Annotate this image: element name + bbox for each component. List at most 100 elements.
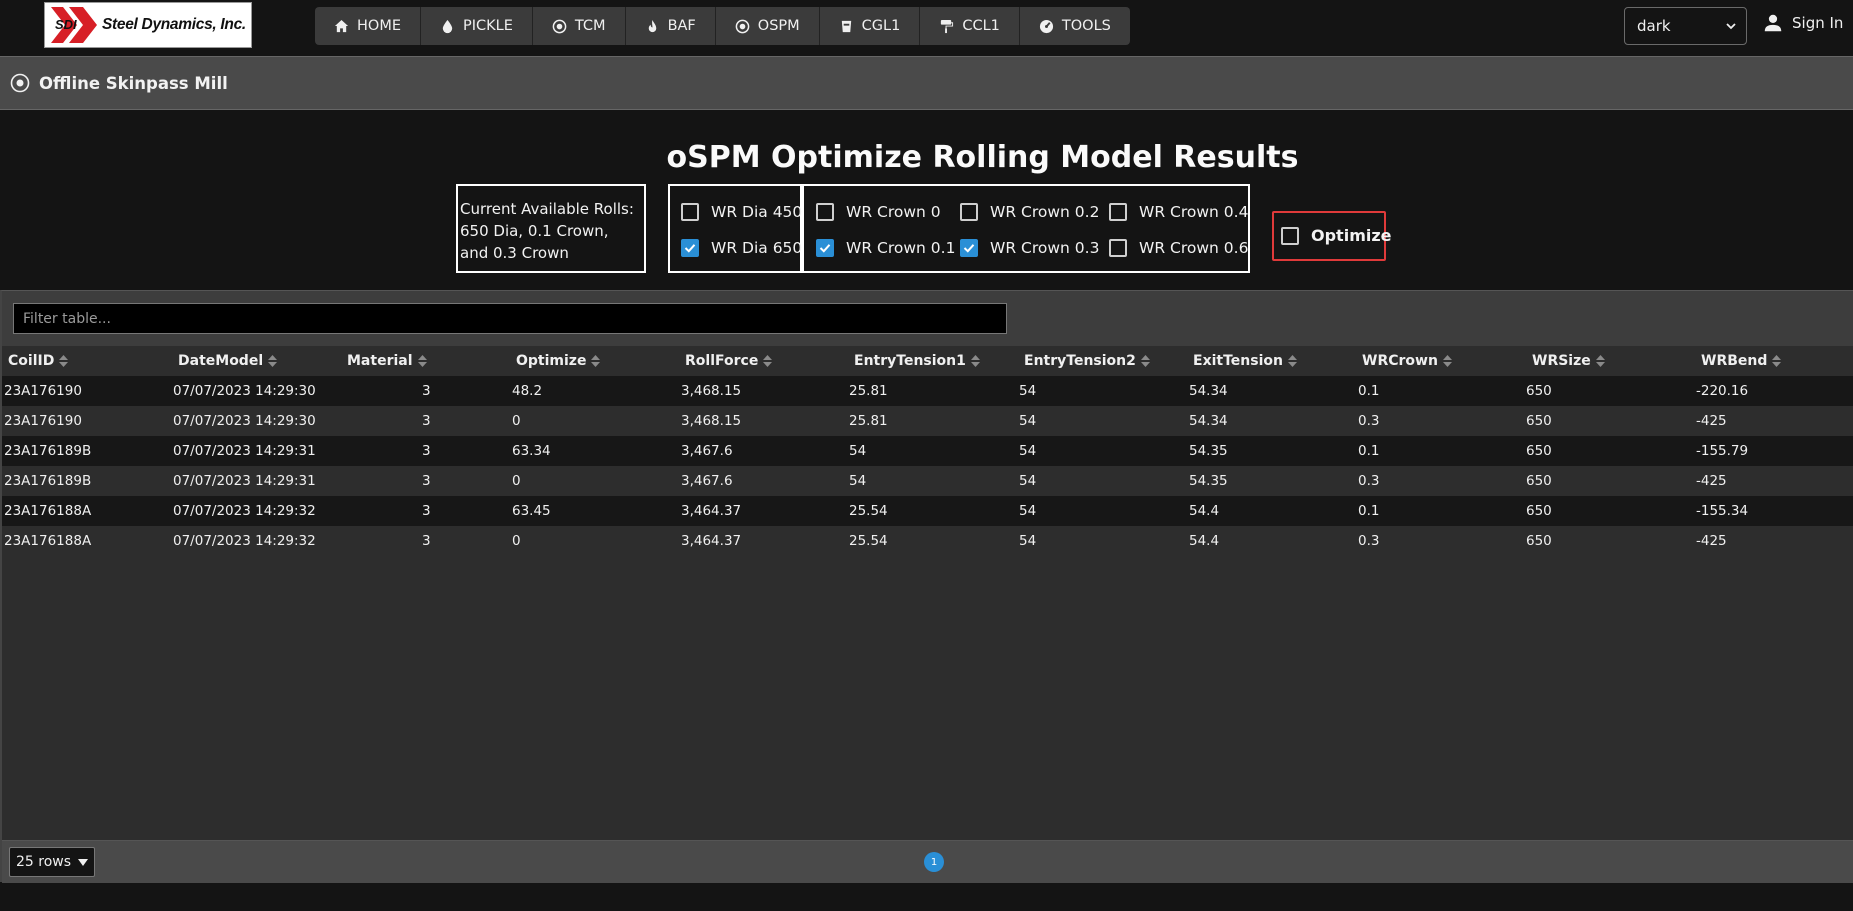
nav-home[interactable]: HOME [315,7,421,45]
sdi-logo-icon: SDI [51,7,97,43]
filter-bar [2,291,1853,346]
table-header: CoilID DateModel Material Optimize RollForce… [2,347,1853,375]
theme-select[interactable]: dark [1624,7,1747,45]
cell-exittension: 54.34 [1189,413,1228,429]
filter-input[interactable] [13,303,1007,334]
cell-material: 3 [422,443,431,459]
cell-entrytension2: 54 [1019,503,1037,519]
cell-entrytension1: 54 [849,473,867,489]
optimize-option[interactable]: Optimize [1281,226,1392,245]
column-header-entrytension1[interactable]: EntryTension1 [854,347,980,375]
table-row[interactable]: 23A176190 07/07/2023 14:29:30 3 48.2 3,468.1… [2,376,1853,406]
table-row[interactable]: 23A176190 07/07/2023 14:29:30 3 0 3,468.15 25… [2,406,1853,436]
cell-exittension: 54.35 [1189,443,1228,459]
wr-dia-650-option[interactable]: WR Dia 650 [681,239,802,257]
cell-exittension: 54.35 [1189,473,1228,489]
cell-material: 3 [422,503,431,519]
nav-tcm[interactable]: TCM [533,7,626,45]
wr-crown-0-checkbox[interactable] [816,203,834,221]
wr-crown-0-3-option[interactable]: WR Crown 0.3 [960,239,1099,257]
sort-icon [1772,355,1782,367]
caret-down-icon [78,859,88,866]
cell-wrcrown: 0.3 [1358,413,1380,429]
wr-dia-650-checkbox[interactable] [681,239,699,257]
cell-exittension: 54.34 [1189,383,1228,399]
column-header-label: RollForce [685,353,759,369]
cell-wrcrown: 0.3 [1358,533,1380,549]
optimize-checkbox[interactable] [1281,226,1299,245]
checkmark-icon [684,244,696,253]
cell-entrytension1: 25.54 [849,533,888,549]
column-header-wrsize[interactable]: WRSize [1532,347,1605,375]
column-header-label: EntryTension1 [854,353,966,369]
cell-entrytension1: 54 [849,443,867,459]
cell-optimize: 0 [512,533,521,549]
column-header-datemodel[interactable]: DateModel [178,347,278,375]
wr-crown-0-6-checkbox[interactable] [1109,239,1127,257]
column-header-rollforce[interactable]: RollForce [685,347,773,375]
cell-datemodel: 07/07/2023 14:29:32 [173,533,316,549]
droplet-icon [442,19,453,33]
column-header-label: WRCrown [1362,353,1438,369]
nav-ospm[interactable]: OSPM [716,7,820,45]
nav-ccl1[interactable]: CCL1 [920,7,1020,45]
column-header-exittension[interactable]: ExitTension [1193,347,1297,375]
column-header-coilid[interactable]: CoilID [8,347,69,375]
wr-crown-0-2-label: WR Crown 0.2 [990,203,1100,221]
nav-baf[interactable]: BAF [626,7,716,45]
column-header-wrbend[interactable]: WRBend [1701,347,1782,375]
column-header-label: CoilID [8,353,55,369]
cell-entrytension2: 54 [1019,533,1037,549]
cell-wrsize: 650 [1526,443,1552,459]
sign-in-button[interactable]: Sign In [1762,12,1843,34]
rows-per-page-select[interactable]: 25 rows [9,847,95,877]
column-header-label: DateModel [178,353,264,369]
checkmark-icon [819,244,831,253]
page-button-current[interactable]: 1 [924,852,944,872]
wr-dia-450-checkbox[interactable] [681,203,699,221]
table-footer: 25 rows 1 [2,840,1853,883]
nav-pickle[interactable]: PICKLE [421,7,533,45]
table-row[interactable]: 23A176188A 07/07/2023 14:29:32 3 63.45 3,464… [2,496,1853,526]
wr-crown-0-label: WR Crown 0 [846,203,941,221]
column-header-optimize[interactable]: Optimize [516,347,601,375]
cell-optimize: 48.2 [512,383,543,399]
wr-dia-450-option[interactable]: WR Dia 450 [681,203,802,221]
table-row[interactable]: 23A176188A 07/07/2023 14:29:32 3 0 3,464.37 2… [2,526,1853,556]
wr-crown-0-3-checkbox[interactable] [960,239,978,257]
wr-crown-0-4-option[interactable]: WR Crown 0.4 [1109,203,1248,221]
nav-baf-label: BAF [667,18,696,34]
column-header-material[interactable]: Material [347,347,427,375]
target-icon [735,19,750,33]
wr-crown-0-1-option[interactable]: WR Crown 0.1 [816,239,955,257]
wr-crown-0-6-option[interactable]: WR Crown 0.6 [1109,239,1248,257]
wr-crown-0-option[interactable]: WR Crown 0 [816,203,941,221]
sort-icon [1595,355,1605,367]
logo[interactable]: SDI Steel Dynamics, Inc. [44,2,252,48]
nav-pickle-label: PICKLE [463,18,513,34]
wr-crown-0-2-checkbox[interactable] [960,203,978,221]
column-header-label: Material [347,353,413,369]
nav-tools-label: TOOLS [1061,18,1111,34]
nav-tools[interactable]: TOOLS [1020,7,1130,45]
cell-datemodel: 07/07/2023 14:29:31 [173,473,316,489]
wr-crown-0-2-option[interactable]: WR Crown 0.2 [960,203,1099,221]
wr-dia-450-label: WR Dia 450 [711,203,803,221]
column-header-wrcrown[interactable]: WRCrown [1362,347,1452,375]
table-row[interactable]: 23A176189B 07/07/2023 14:29:31 3 0 3,467.6 54… [2,466,1853,496]
cell-optimize: 0 [512,473,521,489]
cell-wrbend: -155.34 [1696,503,1749,519]
cell-wrcrown: 0.1 [1358,443,1380,459]
table-row[interactable]: 23A176189B 07/07/2023 14:29:31 3 63.34 3,467… [2,436,1853,466]
nav-cgl1[interactable]: CGL1 [820,7,921,45]
rows-per-page-value: 25 rows [16,854,72,870]
cell-rollforce: 3,468.15 [681,383,742,399]
sort-icon [763,355,773,367]
wr-crown-0-1-checkbox[interactable] [816,239,834,257]
wr-crown-0-4-checkbox[interactable] [1109,203,1127,221]
sort-icon [1442,355,1452,367]
cell-wrsize: 650 [1526,533,1552,549]
column-header-entrytension2[interactable]: EntryTension2 [1024,347,1150,375]
brand-name: Steel Dynamics, Inc. [102,16,246,33]
user-icon [1764,14,1782,32]
